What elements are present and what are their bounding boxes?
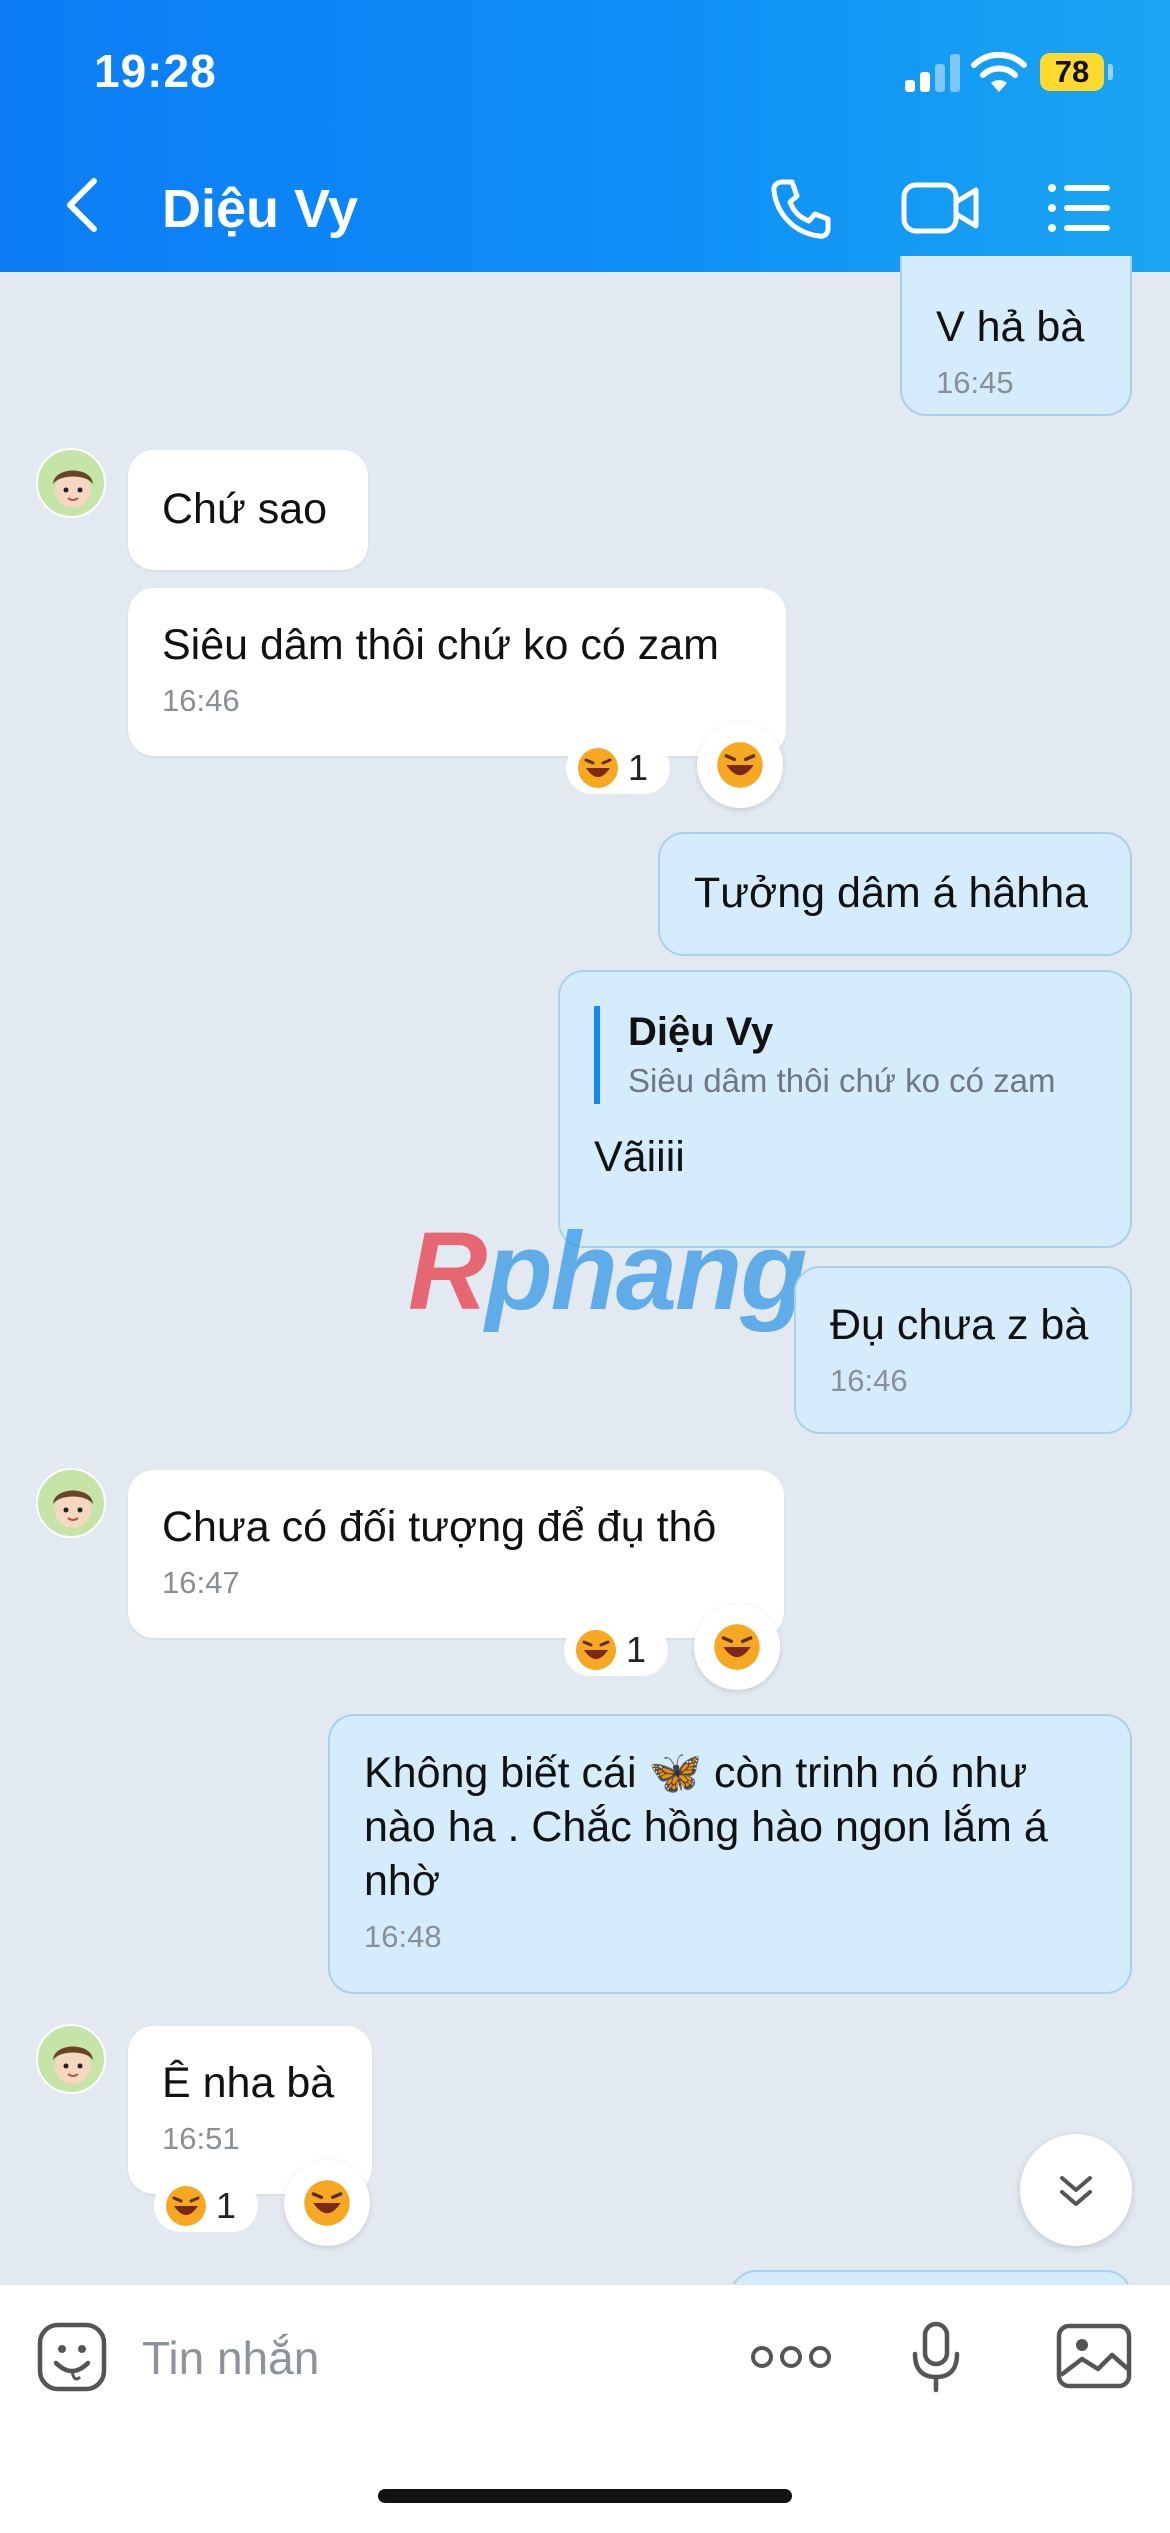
scroll-to-bottom-button[interactable] [1020,2134,1132,2246]
avatar-icon [53,2046,93,2084]
add-reaction-button[interactable] [284,2160,370,2246]
reaction-summary[interactable]: 1 [154,2180,258,2232]
laughing-emoji-icon [578,748,618,788]
chat-header: 19:28 78 Diệu Vy [0,0,1170,272]
laughing-emoji-icon [576,1630,616,1670]
outgoing-message[interactable]: Không biết cái 🦋 còn trinh nó như nào ha… [328,1714,1132,1994]
laughing-emoji-icon [304,2180,350,2226]
avatar-icon [53,1490,93,1528]
outgoing-message[interactable]: Đụ chưa z bà 16:46 [794,1266,1132,1434]
add-reaction-button[interactable] [697,722,783,808]
video-call-icon[interactable] [900,180,980,236]
incoming-message[interactable]: Siêu dâm thôi chứ ko có zam 16:46 [128,588,786,756]
menu-list-icon[interactable] [1046,180,1112,236]
incoming-message[interactable]: Chứ sao [128,450,368,570]
avatar[interactable] [36,2024,106,2094]
add-reaction-button[interactable] [694,1604,780,1690]
outgoing-reply-message[interactable]: Diệu Vy Siêu dâm thôi chứ ko có zam Vãii… [558,970,1132,1248]
laughing-emoji-icon [714,1624,760,1670]
battery-tip [1108,64,1113,80]
cellular-signal-icon [905,54,961,92]
double-chevron-down-icon [1060,2176,1092,2206]
phone-call-icon[interactable] [768,176,834,242]
outgoing-message[interactable]: Tưởng dâm á hâhha [658,832,1132,956]
laughing-emoji-icon [166,2186,206,2226]
microphone-icon[interactable] [910,2321,962,2393]
quoted-message[interactable]: Diệu Vy Siêu dâm thôi chứ ko có zam [594,1006,1096,1104]
chat-title[interactable]: Diệu Vy [162,178,358,240]
battery-indicator: 78 [1040,53,1104,91]
incoming-message[interactable]: Chưa có đối tượng để đụ thô 16:47 [128,1470,784,1638]
image-icon[interactable] [1056,2323,1132,2389]
home-indicator [378,2489,792,2503]
watermark: Rphang [408,1210,807,1333]
more-icon[interactable] [750,2339,832,2375]
reaction-summary[interactable]: 1 [566,742,670,794]
avatar[interactable] [36,448,106,518]
status-time: 19:28 [94,45,217,97]
message-input[interactable] [140,2321,704,2395]
laughing-emoji-icon [717,742,763,788]
back-icon[interactable] [62,175,102,235]
wifi-icon [971,51,1027,92]
avatar[interactable] [36,1468,106,1538]
avatar-icon [53,470,93,508]
sticker-icon[interactable] [36,2321,108,2393]
reaction-summary[interactable]: 1 [564,1624,668,1676]
outgoing-message[interactable]: V hả bà 16:45 [900,256,1132,416]
message-composer [0,2284,1170,2533]
